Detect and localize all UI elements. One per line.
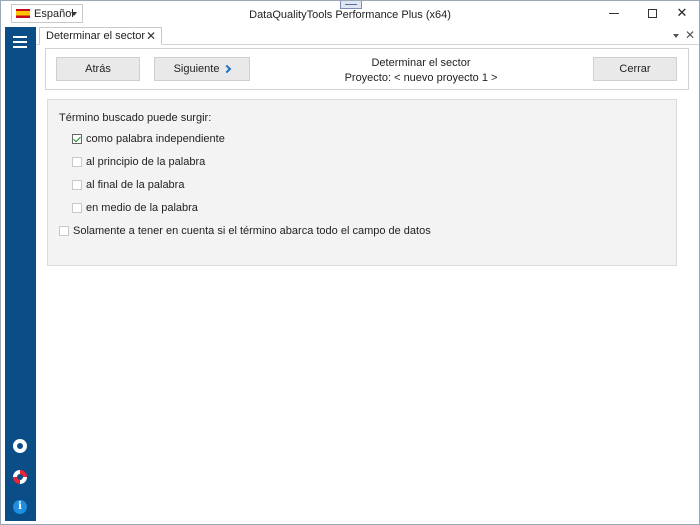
maximize-icon	[647, 8, 657, 18]
checkbox[interactable]	[72, 203, 82, 213]
tab-determinar-sector[interactable]: Determinar el sector ✕	[39, 27, 162, 45]
option-label: al final de la palabra	[86, 179, 185, 191]
info-icon[interactable]: i	[13, 500, 27, 514]
sidebar: i	[5, 27, 36, 521]
window-grip-handle[interactable]	[340, 1, 362, 9]
option-whole-field[interactable]: Solamente a tener en cuenta si el términ…	[59, 225, 431, 237]
tab-label: Determinar el sector	[46, 30, 146, 42]
panel-heading: Término buscado puede surgir:	[59, 112, 212, 124]
checkbox[interactable]	[72, 134, 82, 144]
wizard-toolbar: Atrás Siguiente Determinar el sector Pro…	[45, 48, 689, 90]
lifebuoy-icon[interactable]	[13, 470, 27, 484]
checkbox[interactable]	[72, 157, 82, 167]
minimize-icon	[609, 12, 619, 14]
close-icon[interactable]: ✕	[146, 28, 156, 44]
gear-icon[interactable]	[13, 439, 27, 453]
maximize-button[interactable]	[635, 1, 669, 25]
close-icon[interactable]: ✕	[685, 28, 695, 42]
tab-strip: Determinar el sector ✕ ✕	[36, 27, 699, 45]
back-button[interactable]: Atrás	[56, 57, 140, 81]
menu-icon[interactable]	[13, 36, 27, 48]
close-window-button[interactable]: ✕	[665, 1, 699, 25]
chevron-down-icon[interactable]	[673, 34, 679, 38]
page-title: Determinar el sector	[371, 57, 471, 69]
close-icon: ✕	[676, 5, 688, 20]
option-word-end[interactable]: al final de la palabra	[72, 179, 184, 191]
project-label: Proyecto: < nuevo proyecto 1 >	[344, 72, 498, 84]
cancel-button[interactable]: Cerrar	[593, 57, 677, 81]
option-word-start[interactable]: al principio de la palabra	[72, 156, 205, 168]
checkbox[interactable]	[59, 226, 69, 236]
next-button-label: Siguiente	[173, 63, 220, 75]
option-label: como palabra independiente	[86, 133, 225, 145]
option-label: en medio de la palabra	[86, 202, 198, 214]
option-word-middle[interactable]: en medio de la palabra	[72, 202, 198, 214]
minimize-button[interactable]	[597, 1, 631, 25]
option-label: Solamente a tener en cuenta si el términ…	[73, 225, 431, 237]
chevron-right-icon	[223, 64, 232, 74]
search-options-panel: Término buscado puede surgir: como palab…	[47, 99, 677, 266]
checkbox[interactable]	[72, 180, 82, 190]
title-bar: Español DataQualityTools Performance Plu…	[1, 1, 699, 27]
window-title: DataQualityTools Performance Plus (x64)	[249, 9, 451, 21]
option-independent-word[interactable]: como palabra independiente	[72, 133, 225, 145]
next-button[interactable]: Siguiente	[154, 57, 250, 81]
option-label: al principio de la palabra	[86, 156, 206, 168]
app-window: Español DataQualityTools Performance Plu…	[0, 0, 700, 525]
